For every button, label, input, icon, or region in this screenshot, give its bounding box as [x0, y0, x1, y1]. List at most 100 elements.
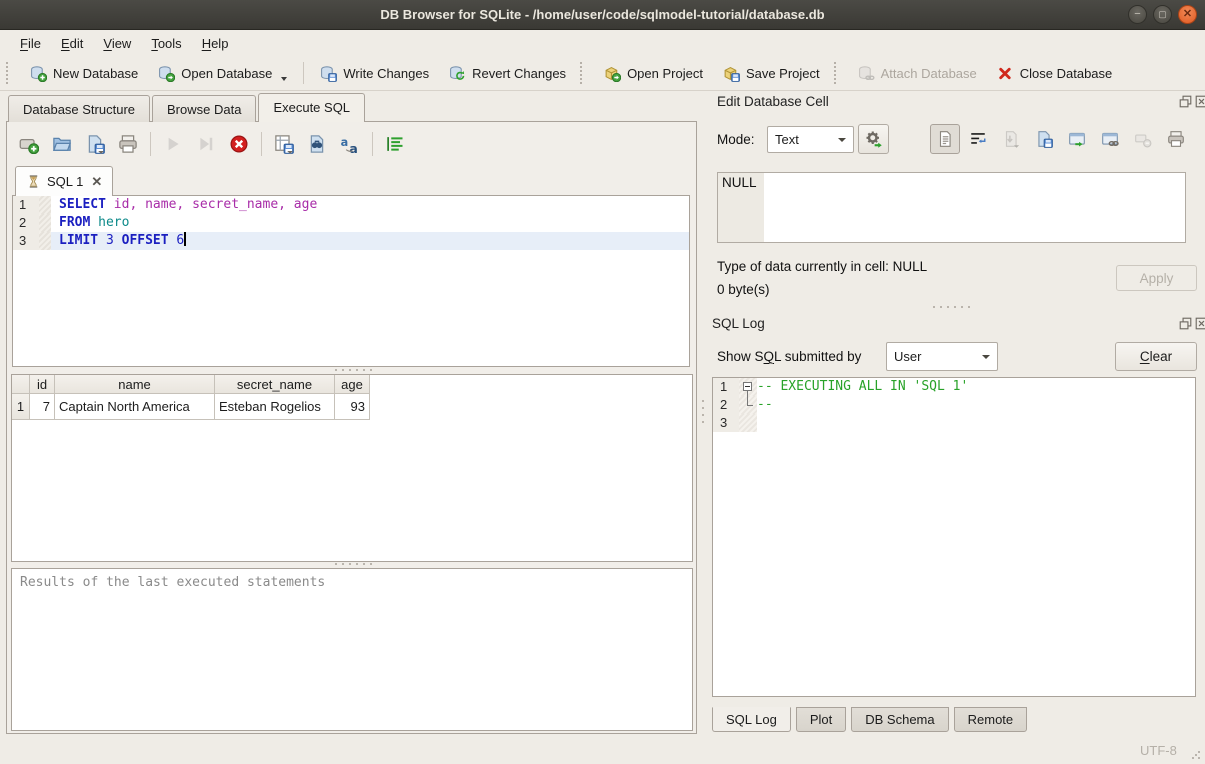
clear-log-button[interactable]: Clear	[1115, 342, 1197, 371]
close-database-button[interactable]: Close Database	[987, 60, 1123, 87]
save-results-button[interactable]	[270, 130, 298, 158]
set-null-button[interactable]	[1128, 124, 1158, 154]
import-cell-button[interactable]	[996, 124, 1026, 154]
open-in-app-button[interactable]	[1062, 124, 1092, 154]
edit-cell-dock-buttons	[1179, 95, 1205, 108]
save-sql-file-button[interactable]	[81, 130, 109, 158]
float-dock-icon[interactable]	[1179, 317, 1192, 330]
splitter-handle[interactable]	[930, 306, 972, 311]
toolbar-separator	[150, 132, 151, 156]
toolbar-button-label: Attach Database	[881, 66, 977, 81]
toolbar-drag-handle	[580, 62, 588, 84]
sql-log-view[interactable]: 1-- EXECUTING ALL IN 'SQL 1'2--3	[712, 377, 1196, 697]
db-open-icon	[158, 65, 175, 82]
write-changes-button[interactable]: Write Changes	[310, 60, 439, 87]
grid-header-row: idnamesecret_nameage	[12, 375, 692, 394]
bottom-dock-tab-bar: SQL LogPlotDB SchemaRemote	[712, 707, 1027, 734]
menu-view[interactable]: View	[93, 32, 141, 55]
grid-cell[interactable]: 93	[335, 394, 370, 420]
tab-execute-sql[interactable]: Execute SQL	[258, 93, 365, 122]
grid-cell[interactable]: Esteban Rogelios	[215, 394, 335, 420]
tab-remote[interactable]: Remote	[954, 707, 1028, 732]
execute-all-icon	[163, 134, 183, 154]
log-text	[757, 414, 1195, 432]
auto-apply-button[interactable]	[858, 124, 889, 154]
menu-bar: FileEditViewToolsHelp	[0, 30, 1205, 56]
apply-button[interactable]: Apply	[1116, 265, 1197, 291]
export-cell-button[interactable]	[1029, 124, 1059, 154]
dropdown-arrow-icon[interactable]	[281, 77, 287, 81]
execute-all-button[interactable]	[159, 130, 187, 158]
encoding-indicator: UTF-8	[1140, 743, 1177, 758]
column-header-secret-name[interactable]: secret_name	[215, 375, 335, 394]
copy-link-button[interactable]	[1095, 124, 1125, 154]
execution-status-pane: Results of the last executed statements	[11, 568, 693, 731]
tab-db-schema[interactable]: DB Schema	[851, 707, 948, 732]
maximize-button-icon[interactable]: ▢	[1153, 5, 1172, 24]
sql-log-dock-title: SQL Log	[712, 316, 765, 331]
sql-editor-tab[interactable]: SQL 1 ✕	[15, 166, 113, 196]
editor-line[interactable]: 1SELECT id, name, secret_name, age	[13, 196, 689, 214]
grid-cell[interactable]: 7	[30, 394, 55, 420]
svg-text:a: a	[349, 141, 357, 154]
tab-plot[interactable]: Plot	[796, 707, 846, 732]
fold-margin	[739, 396, 757, 414]
editor-line[interactable]: 2FROM hero	[13, 214, 689, 232]
grid-cell[interactable]: Captain North America	[55, 394, 215, 420]
format-sql-button[interactable]	[381, 130, 409, 158]
close-button-icon[interactable]: ✕	[1178, 5, 1197, 24]
new-sql-tab-button[interactable]	[15, 130, 43, 158]
cell-value-editor[interactable]: NULL	[717, 172, 1186, 243]
row-number[interactable]: 1	[12, 394, 30, 420]
replace-button[interactable]: aa	[336, 130, 364, 158]
toolbar-button-label: Open Project	[627, 66, 703, 81]
vertical-splitter-handle[interactable]	[700, 400, 705, 440]
menu-edit[interactable]: Edit	[51, 32, 93, 55]
text-mode-button[interactable]	[930, 124, 960, 154]
print-cell-button[interactable]	[1161, 124, 1191, 154]
export-cell-icon	[1035, 130, 1053, 148]
tab-browse-data[interactable]: Browse Data	[152, 95, 256, 122]
execute-line-button[interactable]	[192, 130, 220, 158]
word-wrap-button[interactable]	[963, 124, 993, 154]
column-header-id[interactable]: id	[30, 375, 55, 394]
fold-margin	[739, 378, 757, 396]
float-dock-icon[interactable]	[1179, 95, 1192, 108]
log-filter-combobox[interactable]: User	[886, 342, 998, 371]
log-filter-label: Show SQL submitted by	[717, 349, 861, 364]
import-cell-icon	[1002, 130, 1020, 148]
attach-database-button[interactable]: Attach Database	[848, 60, 987, 87]
menu-help[interactable]: Help	[192, 32, 239, 55]
stop-button[interactable]	[225, 130, 253, 158]
editor-line[interactable]: 3LIMIT 3 OFFSET 6	[13, 232, 689, 250]
find-button[interactable]	[303, 130, 331, 158]
text-mode-icon	[936, 130, 954, 148]
tab-sql-log[interactable]: SQL Log	[712, 707, 791, 732]
open-project-button[interactable]: Open Project	[594, 60, 713, 87]
close-tab-icon[interactable]: ✕	[91, 174, 102, 190]
new-database-button[interactable]: New Database	[20, 60, 148, 87]
print-icon	[118, 134, 138, 154]
save-project-button[interactable]: Save Project	[713, 60, 830, 87]
fold-collapse-icon[interactable]	[743, 382, 752, 391]
close-dock-icon[interactable]	[1195, 95, 1205, 108]
minimize-button-icon[interactable]: −	[1128, 5, 1147, 24]
open-sql-file-button[interactable]	[48, 130, 76, 158]
mode-combobox[interactable]: Text	[767, 126, 854, 153]
open-database-button[interactable]: Open Database	[148, 60, 297, 87]
revert-changes-button[interactable]: Revert Changes	[439, 60, 576, 87]
title-bar[interactable]: DB Browser for SQLite - /home/user/code/…	[0, 0, 1205, 30]
print-button[interactable]	[114, 130, 142, 158]
close-dock-icon[interactable]	[1195, 317, 1205, 330]
resize-grip[interactable]	[1191, 750, 1201, 760]
menu-file[interactable]: File	[10, 32, 51, 55]
fold-margin	[39, 196, 51, 214]
results-grid[interactable]: idnamesecret_nameage17Captain North Amer…	[11, 374, 693, 562]
line-number: 1	[713, 378, 739, 396]
tab-database-structure[interactable]: Database Structure	[8, 95, 150, 122]
menu-tools[interactable]: Tools	[141, 32, 191, 55]
sql-editor[interactable]: 1SELECT id, name, secret_name, age2FROM …	[12, 195, 690, 367]
new-sql-tab-icon	[19, 134, 39, 154]
column-header-name[interactable]: name	[55, 375, 215, 394]
column-header-age[interactable]: age	[335, 375, 370, 394]
